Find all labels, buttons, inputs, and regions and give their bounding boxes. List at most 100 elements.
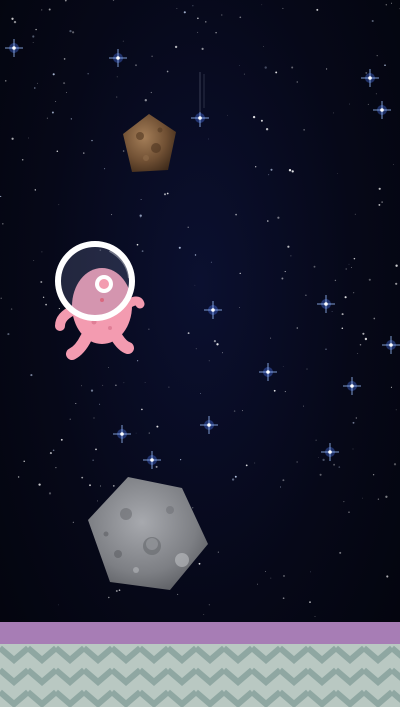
star — [364, 337, 368, 341]
star — [123, 382, 125, 384]
star — [371, 19, 374, 23]
star — [99, 403, 101, 405]
star — [108, 596, 110, 599]
star — [231, 478, 235, 481]
star — [197, 17, 199, 20]
star — [390, 386, 392, 388]
bright-star — [204, 301, 222, 319]
star — [245, 464, 248, 467]
star — [355, 417, 357, 419]
star — [393, 164, 394, 165]
star — [239, 307, 240, 308]
star — [108, 367, 109, 368]
star — [51, 111, 54, 114]
star — [284, 391, 286, 393]
star — [326, 68, 328, 70]
star — [92, 459, 94, 461]
star — [386, 575, 389, 578]
star — [34, 189, 36, 191]
star — [395, 409, 397, 411]
star — [260, 119, 263, 122]
star — [343, 501, 345, 503]
star — [140, 199, 142, 201]
star — [42, 296, 45, 298]
star — [367, 103, 369, 105]
star — [183, 11, 186, 14]
star — [81, 385, 82, 387]
star — [376, 54, 378, 57]
star — [309, 601, 311, 603]
star — [378, 203, 381, 206]
star — [135, 64, 137, 67]
star — [70, 118, 72, 120]
ground-platform — [0, 622, 400, 707]
star — [116, 76, 118, 78]
star — [313, 265, 316, 268]
star — [48, 8, 51, 11]
star — [215, 31, 217, 34]
bright-star — [109, 49, 127, 67]
star — [81, 476, 84, 479]
star — [353, 257, 356, 260]
star — [75, 402, 77, 405]
star — [270, 168, 273, 171]
star — [365, 71, 368, 74]
star — [291, 170, 294, 173]
star — [72, 521, 74, 523]
star — [288, 169, 292, 172]
star — [277, 216, 280, 219]
star — [104, 168, 106, 170]
star — [338, 466, 341, 468]
star — [377, 498, 380, 500]
star — [21, 158, 24, 161]
star — [87, 73, 89, 75]
star — [239, 272, 241, 275]
star — [11, 137, 14, 140]
star — [69, 29, 72, 33]
star — [56, 150, 59, 152]
star — [194, 254, 197, 256]
star — [200, 393, 201, 394]
game-canvas[interactable] — [0, 0, 400, 707]
star — [252, 115, 256, 119]
star — [37, 82, 38, 84]
star — [268, 174, 270, 176]
bright-star — [382, 336, 400, 354]
star — [348, 511, 350, 513]
star — [180, 459, 182, 461]
star — [275, 71, 278, 74]
star — [351, 267, 352, 268]
star — [69, 418, 71, 420]
star — [197, 31, 199, 33]
star — [322, 458, 325, 462]
star — [178, 246, 181, 249]
star — [296, 327, 299, 329]
star — [353, 292, 355, 294]
star — [34, 87, 36, 89]
star — [344, 296, 347, 299]
star — [316, 8, 319, 11]
star — [373, 317, 376, 320]
star — [60, 438, 63, 441]
star — [238, 65, 240, 67]
star — [205, 21, 207, 23]
star — [63, 58, 66, 60]
star — [319, 473, 322, 476]
star — [38, 483, 41, 486]
star — [282, 597, 285, 600]
star — [385, 4, 387, 6]
star — [55, 466, 57, 469]
star — [333, 463, 336, 466]
star — [166, 70, 169, 73]
bright-star — [259, 363, 277, 381]
star — [345, 268, 347, 270]
star — [91, 139, 93, 142]
star — [122, 40, 124, 42]
star — [135, 432, 137, 434]
player-alien-astronaut[interactable] — [50, 238, 150, 363]
small-brown-asteroid — [123, 114, 176, 172]
star — [283, 575, 285, 577]
star — [395, 282, 398, 285]
star — [216, 343, 219, 346]
star — [333, 112, 335, 114]
